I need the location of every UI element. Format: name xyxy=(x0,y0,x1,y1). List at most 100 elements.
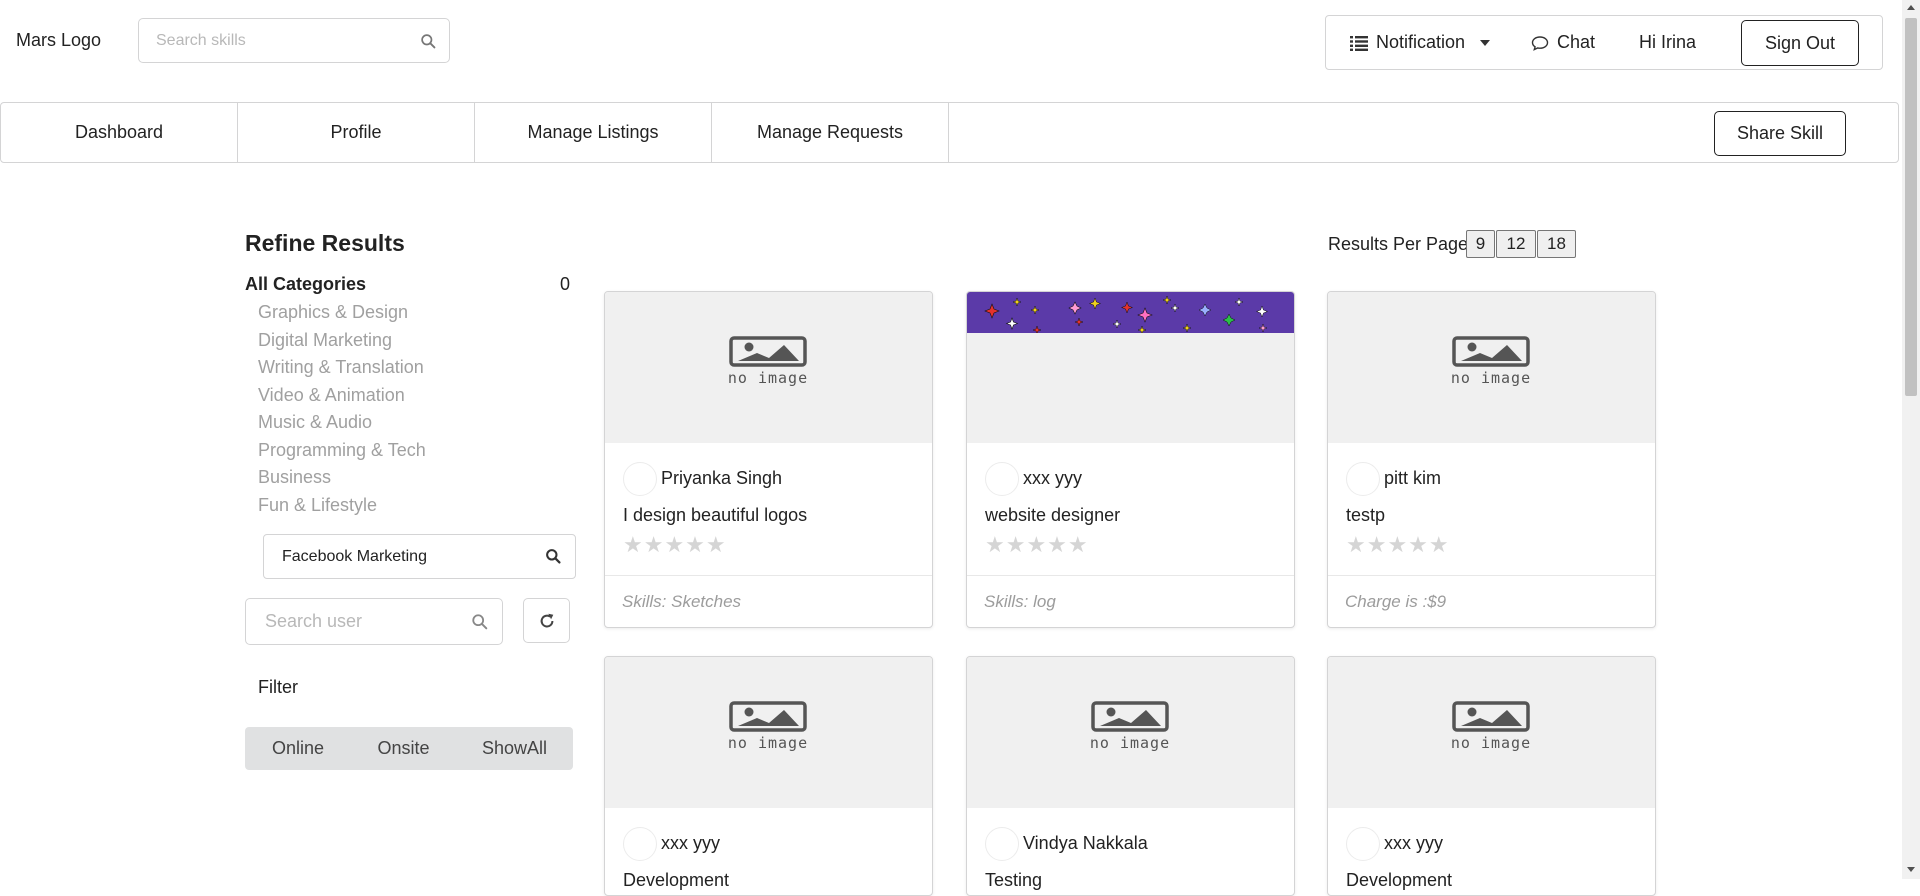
tab-profile[interactable]: Profile xyxy=(238,103,475,162)
filter-online-button[interactable]: Online xyxy=(245,727,351,770)
category-music-audio[interactable]: Music & Audio xyxy=(258,412,372,433)
no-image-placeholder: no image xyxy=(703,336,833,387)
no-image-placeholder: no image xyxy=(703,701,833,752)
card-username[interactable]: pitt kim xyxy=(1384,468,1441,489)
chat-bubble-icon xyxy=(1531,35,1549,51)
star-rating: ★★★★★ xyxy=(623,532,727,557)
category-programming-tech[interactable]: Programming & Tech xyxy=(258,440,426,461)
skill-search-input[interactable] xyxy=(154,19,414,62)
results-per-page-18[interactable]: 18 xyxy=(1537,230,1576,258)
skill-card[interactable]: no image Priyanka Singh I design beautif… xyxy=(604,291,933,628)
card-image: no image xyxy=(1328,292,1655,443)
avatar xyxy=(1346,827,1380,861)
filter-button-group: Online Onsite ShowAll xyxy=(245,727,573,770)
all-categories-link[interactable]: All Categories xyxy=(245,274,366,295)
image-icon xyxy=(1452,336,1530,367)
card-title[interactable]: testp xyxy=(1346,505,1385,526)
no-image-placeholder: no image xyxy=(1065,701,1195,752)
notification-label: Notification xyxy=(1376,32,1466,52)
category-digital-marketing[interactable]: Digital Marketing xyxy=(258,330,392,351)
no-image-caption: no image xyxy=(1450,734,1532,752)
card-footer-text: Charge is :$9 xyxy=(1345,592,1447,611)
card-footer: Skills: Sketches xyxy=(605,575,932,627)
skill-card[interactable]: no image xxx yyy Development xyxy=(1327,656,1656,896)
scroll-down-arrow-icon[interactable] xyxy=(1907,867,1915,872)
share-skill-button[interactable]: Share Skill xyxy=(1714,111,1846,156)
sign-out-button[interactable]: Sign Out xyxy=(1741,20,1859,66)
image-icon xyxy=(1452,701,1530,732)
card-image: no image xyxy=(967,657,1294,808)
card-image xyxy=(967,292,1294,443)
card-image: no image xyxy=(605,292,932,443)
category-graphics-design[interactable]: Graphics & Design xyxy=(258,302,408,323)
skill-card[interactable]: no image Vindya Nakkala Testing xyxy=(966,656,1295,896)
card-username[interactable]: xxx yyy xyxy=(1023,468,1082,489)
category-video-animation[interactable]: Video & Animation xyxy=(258,385,405,406)
refresh-icon xyxy=(540,613,553,627)
all-categories-count: 0 xyxy=(560,274,571,294)
image-icon xyxy=(1091,701,1169,732)
no-image-caption: no image xyxy=(1450,369,1532,387)
chat-link[interactable]: Chat xyxy=(1531,32,1595,53)
star-rating: ★★★★★ xyxy=(1346,532,1450,557)
skill-card[interactable]: xxx yyy website designer ★★★★★ Skills: l… xyxy=(966,291,1295,628)
star-rating: ★★★★★ xyxy=(985,532,1089,557)
notification-dropdown[interactable]: Notification xyxy=(1350,32,1491,53)
image-icon xyxy=(729,336,807,367)
avatar xyxy=(623,827,657,861)
avatar xyxy=(985,462,1019,496)
scroll-up-arrow-icon[interactable] xyxy=(1907,5,1915,10)
card-username[interactable]: xxx yyy xyxy=(661,833,720,854)
card-username[interactable]: Vindya Nakkala xyxy=(1023,833,1148,854)
skill-card[interactable]: no image xxx yyy Development xyxy=(604,656,933,896)
skill-search-box xyxy=(138,18,450,63)
tab-manage-listings[interactable]: Manage Listings xyxy=(475,103,712,162)
tab-dashboard[interactable]: Dashboard xyxy=(1,103,238,162)
card-footer: Charge is :$9 xyxy=(1328,575,1655,627)
no-image-caption: no image xyxy=(727,369,809,387)
list-icon xyxy=(1350,35,1368,51)
card-title[interactable]: Development xyxy=(1346,870,1452,891)
category-writing-translation[interactable]: Writing & Translation xyxy=(258,357,424,378)
subcategory-search[interactable]: Facebook Marketing xyxy=(263,534,576,579)
avatar xyxy=(623,462,657,496)
chat-label: Chat xyxy=(1557,32,1596,52)
filter-label: Filter xyxy=(258,677,298,697)
category-fun-lifestyle[interactable]: Fun & Lifestyle xyxy=(258,495,377,516)
card-title[interactable]: website designer xyxy=(985,505,1120,526)
results-per-page-9[interactable]: 9 xyxy=(1466,230,1495,258)
card-footer-text: Skills: log xyxy=(984,592,1056,611)
card-username[interactable]: Priyanka Singh xyxy=(661,468,782,489)
card-username[interactable]: xxx yyy xyxy=(1384,833,1443,854)
subcategory-value: Facebook Marketing xyxy=(282,548,427,565)
tab-manage-requests[interactable]: Manage Requests xyxy=(712,103,949,162)
vertical-scrollbar[interactable] xyxy=(1902,0,1920,879)
sparkle-banner-image xyxy=(967,292,1294,333)
search-user-box xyxy=(245,598,503,645)
user-greeting[interactable]: Hi Irina xyxy=(1639,32,1696,53)
search-icon[interactable] xyxy=(545,548,562,565)
refresh-button[interactable] xyxy=(523,598,570,643)
no-image-placeholder: no image xyxy=(1426,336,1556,387)
filter-onsite-button[interactable]: Onsite xyxy=(351,727,456,770)
card-title[interactable]: Development xyxy=(623,870,729,891)
card-title[interactable]: I design beautiful logos xyxy=(623,505,807,526)
search-user-input[interactable] xyxy=(263,599,463,644)
card-title[interactable]: Testing xyxy=(985,870,1042,891)
refine-results-heading: Refine Results xyxy=(245,230,405,256)
scrollbar-thumb[interactable] xyxy=(1905,18,1917,396)
image-icon xyxy=(729,701,807,732)
no-image-caption: no image xyxy=(1089,734,1171,752)
skill-card[interactable]: no image pitt kim testp ★★★★★ Charge is … xyxy=(1327,291,1656,628)
no-image-placeholder: no image xyxy=(1426,701,1556,752)
site-logo[interactable]: Mars Logo xyxy=(16,30,101,51)
main-nav: Dashboard Profile Manage Listings Manage… xyxy=(0,102,1899,163)
card-image: no image xyxy=(1328,657,1655,808)
caret-down-icon xyxy=(1480,39,1491,46)
results-per-page-12[interactable]: 12 xyxy=(1496,230,1536,258)
search-icon[interactable] xyxy=(420,33,437,50)
top-menu: Notification Chat Hi Irina Sign Out xyxy=(1325,15,1883,70)
filter-showall-button[interactable]: ShowAll xyxy=(456,727,573,770)
search-icon[interactable] xyxy=(471,613,489,631)
category-business[interactable]: Business xyxy=(258,467,331,488)
